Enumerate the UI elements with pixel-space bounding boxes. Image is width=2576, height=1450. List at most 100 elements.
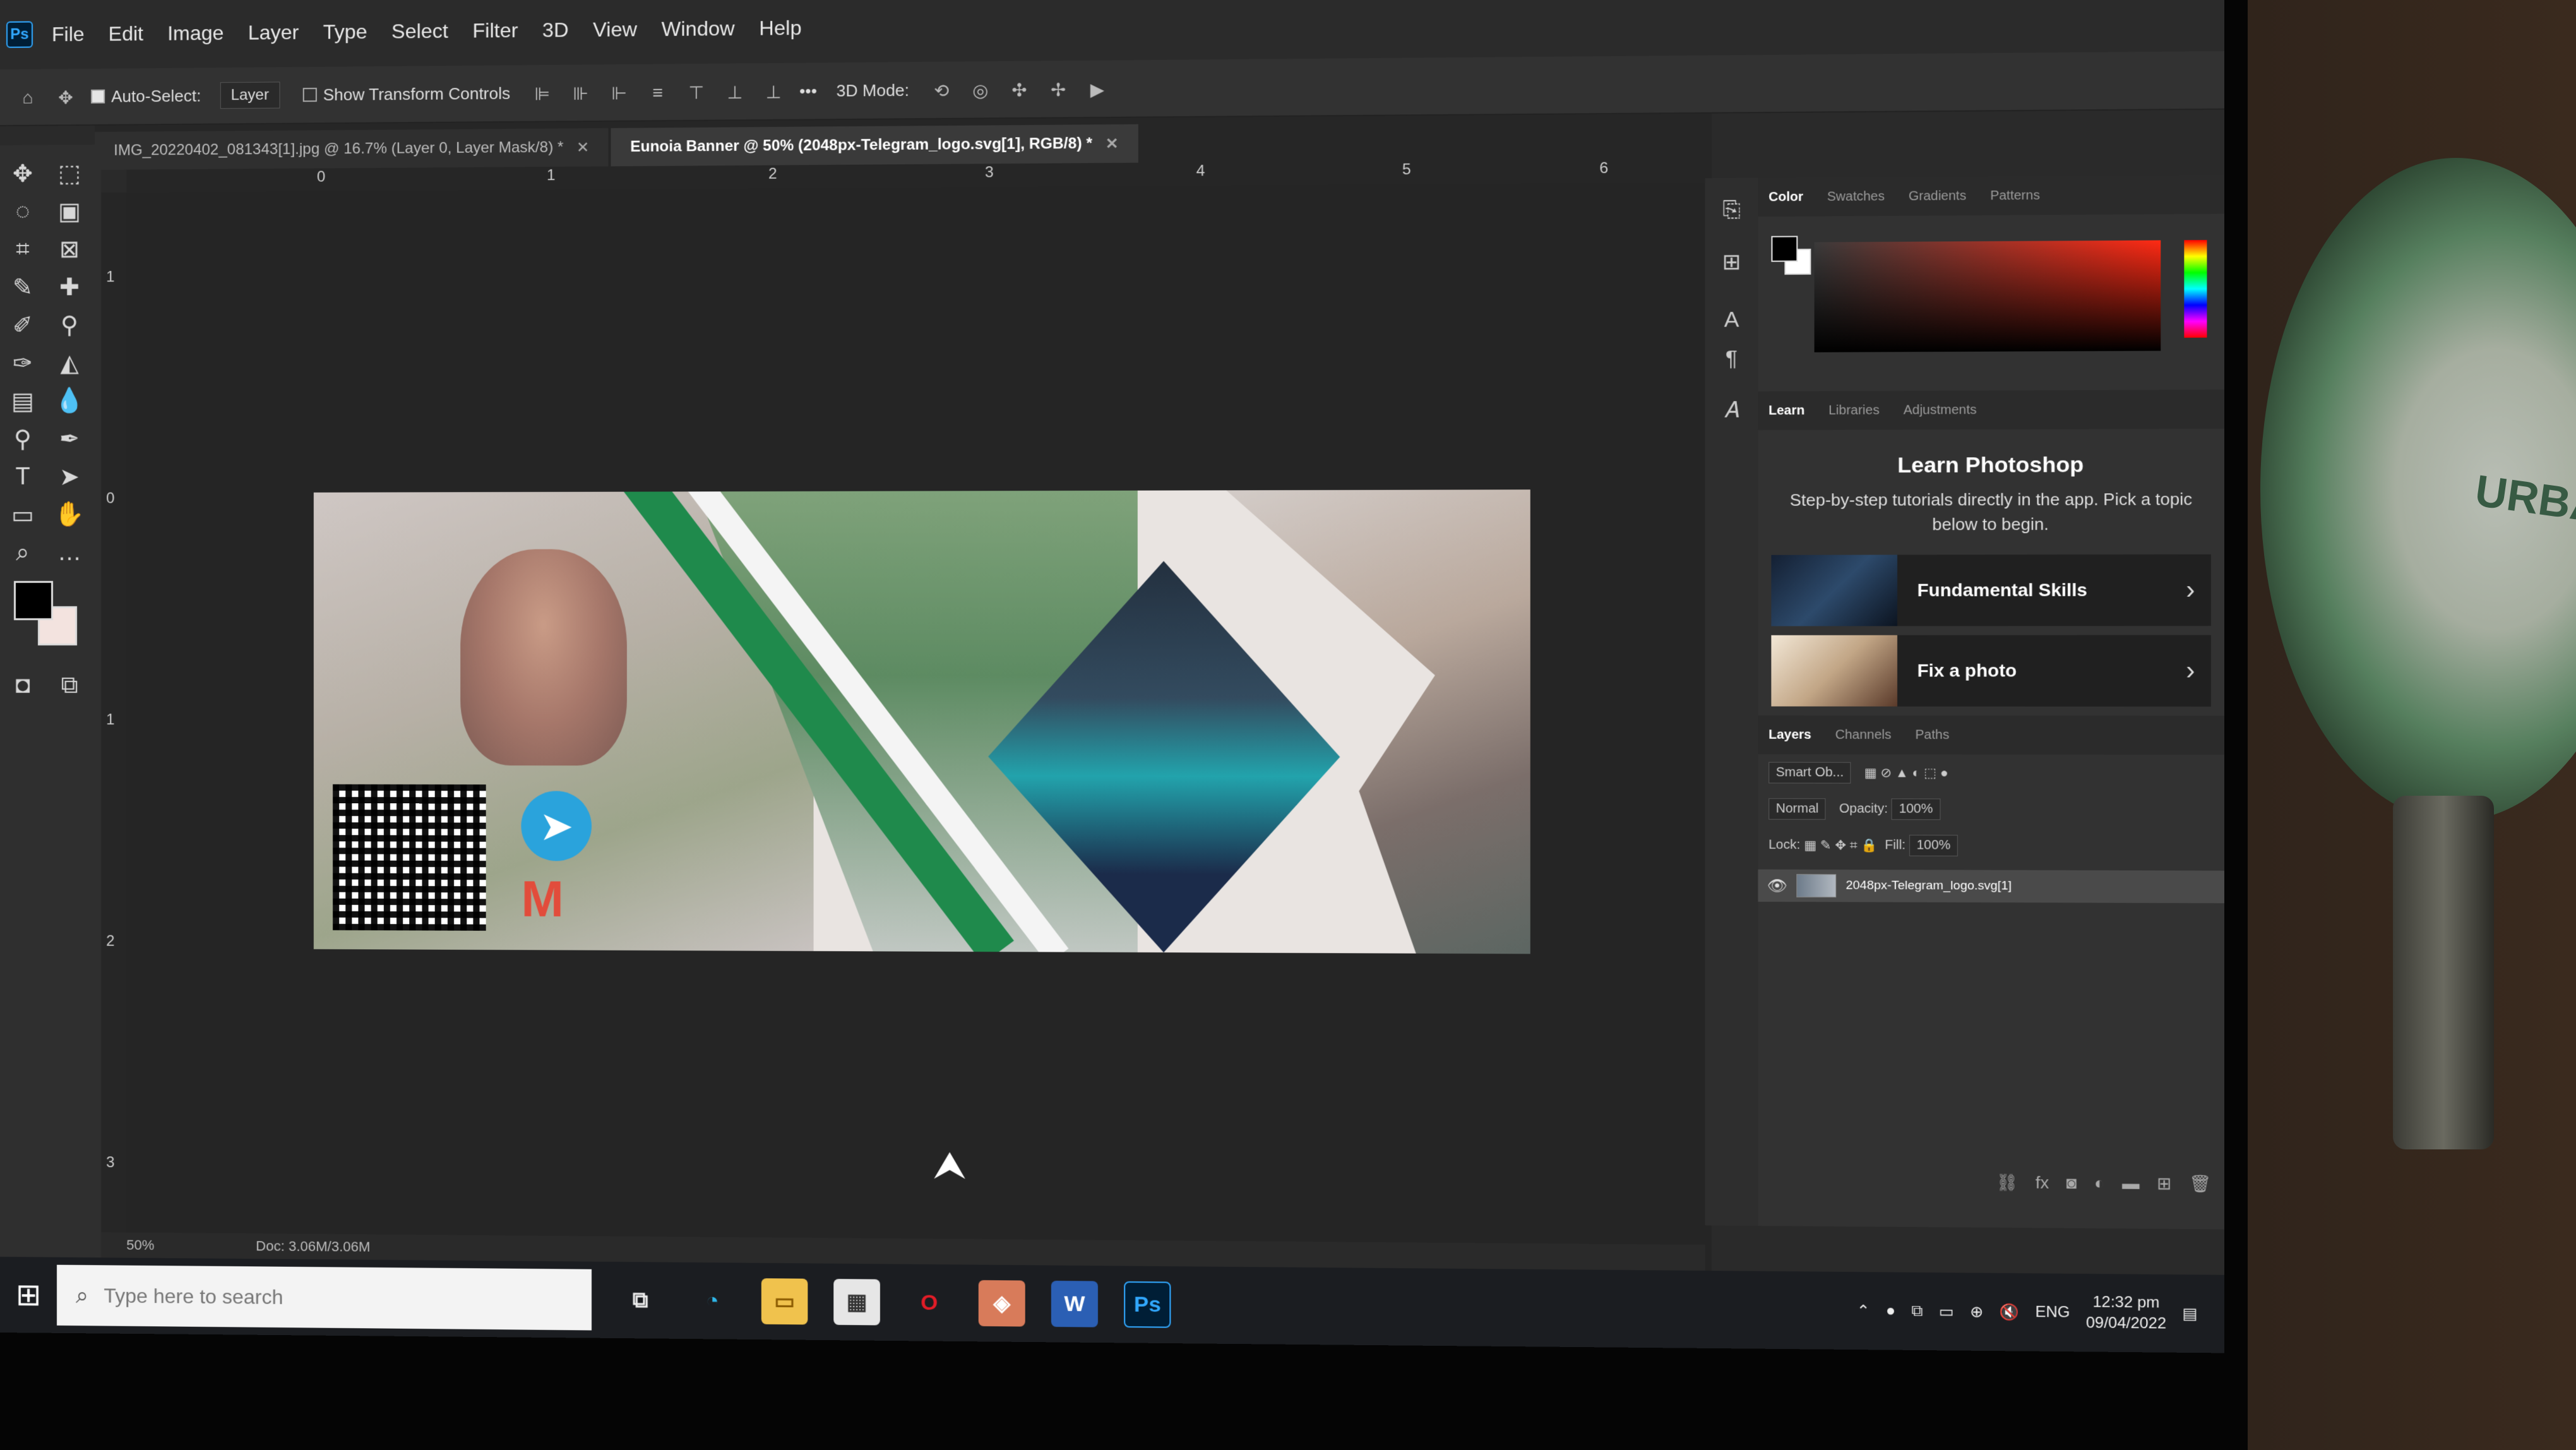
foreground-color-swatch[interactable]: [13, 580, 54, 620]
menu-help[interactable]: Help: [759, 16, 801, 40]
quick-mask-icon[interactable]: ◘: [4, 669, 42, 701]
slide-3d-icon[interactable]: ✢: [1046, 79, 1071, 100]
path-select-icon[interactable]: ➤: [51, 461, 88, 493]
zoom-level[interactable]: 50%: [126, 1237, 154, 1254]
menu-file[interactable]: File: [52, 22, 85, 45]
menu-type[interactable]: Type: [323, 20, 367, 44]
add-mask-icon[interactable]: ◙: [2066, 1173, 2077, 1193]
dodge-tool-icon[interactable]: ⚲: [4, 423, 42, 455]
new-group-icon[interactable]: ▬: [2122, 1173, 2140, 1193]
learn-card-fundamental-skills[interactable]: Fundamental Skills ›: [1771, 554, 2211, 626]
history-brush-icon[interactable]: ✑: [4, 347, 42, 379]
lock-icons[interactable]: ▦ ✎ ✥ ⌗ 🔒: [1804, 837, 1877, 853]
banner-canvas[interactable]: ➤ M: [313, 489, 1530, 954]
tab-gradients[interactable]: Gradients: [1909, 188, 1966, 203]
hue-slider[interactable]: [2184, 240, 2207, 338]
doc-size[interactable]: Doc: 3.06M/3.06M: [256, 1238, 370, 1255]
align-bottom-icon[interactable]: ⊥: [761, 81, 787, 102]
align-right-icon[interactable]: ⊩: [606, 83, 632, 103]
character-panel-icon[interactable]: A: [1719, 308, 1745, 333]
ruler-vertical[interactable]: 1 0 1 2 3: [101, 192, 127, 1268]
hand-tool-icon[interactable]: ✋: [51, 499, 88, 530]
align-left-icon[interactable]: ⊫: [530, 83, 556, 104]
tray-app-icon[interactable]: ●: [1886, 1302, 1895, 1321]
menu-window[interactable]: Window: [662, 16, 735, 40]
language-indicator[interactable]: ENG: [2035, 1303, 2070, 1322]
game-app-icon[interactable]: ◈: [978, 1279, 1025, 1327]
fx-icon[interactable]: fx: [2036, 1172, 2049, 1192]
auto-select-checkbox[interactable]: [91, 89, 105, 104]
brush-tool-icon[interactable]: ✐: [4, 309, 42, 341]
paragraph-panel-icon[interactable]: ¶: [1719, 346, 1745, 372]
tab-eunoia-banner[interactable]: Eunoia Banner @ 50% (2048px-Telegram_log…: [611, 124, 1138, 167]
align-middle-icon[interactable]: ⊥: [722, 82, 748, 103]
close-icon[interactable]: ✕: [576, 138, 589, 157]
object-select-tool-icon[interactable]: ▣: [51, 195, 88, 227]
search-box[interactable]: ⌕ Type here to search: [57, 1264, 592, 1331]
type-tool-icon[interactable]: T: [4, 461, 42, 493]
crop-tool-icon[interactable]: ⌗: [4, 234, 42, 265]
align-center-icon[interactable]: ⊪: [568, 83, 593, 104]
chevron-up-icon[interactable]: ⌃: [1857, 1302, 1870, 1321]
file-explorer-icon[interactable]: ▭: [761, 1278, 808, 1325]
menu-filter[interactable]: Filter: [472, 18, 518, 42]
blur-tool-icon[interactable]: 💧: [51, 385, 88, 416]
menu-3d[interactable]: 3D: [542, 18, 569, 42]
tab-patterns[interactable]: Patterns: [1990, 188, 2040, 203]
menu-layer[interactable]: Layer: [248, 20, 299, 44]
adjustment-layer-icon[interactable]: ◐: [2094, 1173, 2105, 1193]
tab-swatches[interactable]: Swatches: [1827, 189, 1885, 204]
menu-select[interactable]: Select: [391, 19, 448, 43]
trash-icon[interactable]: 🗑: [2189, 1173, 2211, 1194]
photoshop-logo-icon[interactable]: Ps: [6, 21, 33, 48]
tab-color[interactable]: Color: [1768, 189, 1803, 205]
pan-3d-icon[interactable]: ✣: [1006, 80, 1032, 100]
foreground-color-chip[interactable]: [1771, 236, 1798, 262]
gradient-tool-icon[interactable]: ▤: [4, 385, 42, 417]
layer-filter-dropdown[interactable]: Smart Ob...: [1768, 762, 1851, 784]
opera-browser-icon[interactable]: O: [906, 1279, 953, 1326]
canvas-workspace[interactable]: ➤ M: [126, 182, 1712, 1275]
learn-card-fix-a-photo[interactable]: Fix a photo ›: [1771, 635, 2211, 707]
volume-muted-icon[interactable]: 🔇: [2000, 1303, 2020, 1322]
eraser-tool-icon[interactable]: ◭: [51, 347, 88, 378]
clone-stamp-icon[interactable]: ⚲: [51, 309, 88, 340]
properties-panel-icon[interactable]: ⊞: [1719, 249, 1745, 275]
history-panel-icon[interactable]: ⎘: [1719, 198, 1745, 224]
task-view-icon[interactable]: ⧉: [617, 1277, 664, 1323]
menu-edit[interactable]: Edit: [109, 21, 143, 45]
color-field[interactable]: [1814, 240, 2161, 352]
windows-start-icon[interactable]: ⊞: [0, 1266, 57, 1324]
lasso-tool-icon[interactable]: ◌: [4, 196, 42, 227]
tab-libraries[interactable]: Libraries: [1828, 403, 1880, 418]
more-tools-icon[interactable]: …: [51, 537, 88, 568]
battery-icon[interactable]: ▭: [1939, 1302, 1954, 1321]
opacity-input[interactable]: 100%: [1891, 798, 1940, 820]
tab-learn[interactable]: Learn: [1768, 403, 1804, 418]
roll-3d-icon[interactable]: ◎: [967, 80, 993, 100]
align-top-icon[interactable]: ⊤: [683, 82, 709, 102]
move-tool-icon[interactable]: ✥: [53, 87, 78, 107]
tab-channels[interactable]: Channels: [1835, 728, 1892, 743]
video-camera-icon[interactable]: ▶: [1084, 79, 1110, 100]
orbit-3d-icon[interactable]: ⟲: [929, 80, 955, 101]
word-icon[interactable]: W: [1051, 1280, 1098, 1327]
pen-tool-icon[interactable]: ✒: [51, 423, 88, 455]
glyphs-panel-icon[interactable]: 𝐴: [1719, 398, 1745, 424]
distribute-icon[interactable]: ≡: [645, 83, 671, 102]
tab-img-document[interactable]: IMG_20220402_081343[1].jpg @ 16.7% (Laye…: [95, 128, 609, 170]
telegram-logo-icon[interactable]: ➤: [521, 791, 592, 861]
screen-mode-icon[interactable]: ⧉: [51, 669, 88, 701]
photoshop-taskbar-icon[interactable]: Ps: [1124, 1281, 1171, 1328]
filter-pixel-icon[interactable]: ▦ ⊘ ▲ ◐ ⬚ ●: [1864, 764, 1948, 781]
notification-icon[interactable]: ▤: [2183, 1304, 2198, 1323]
rectangle-tool-icon[interactable]: ▭: [4, 499, 42, 530]
move-tool-icon[interactable]: ✥: [4, 158, 42, 189]
layer-row[interactable]: 👁 2048px-Telegram_logo.svg[1]: [1758, 869, 2225, 904]
home-icon[interactable]: ⌂: [15, 87, 40, 107]
network-icon[interactable]: ⧉: [1912, 1302, 1923, 1321]
auto-select-target-dropdown[interactable]: Layer: [220, 81, 280, 109]
blend-mode-dropdown[interactable]: Normal: [1768, 798, 1826, 820]
tab-paths[interactable]: Paths: [1915, 728, 1949, 743]
marquee-tool-icon[interactable]: ⬚: [51, 157, 88, 189]
